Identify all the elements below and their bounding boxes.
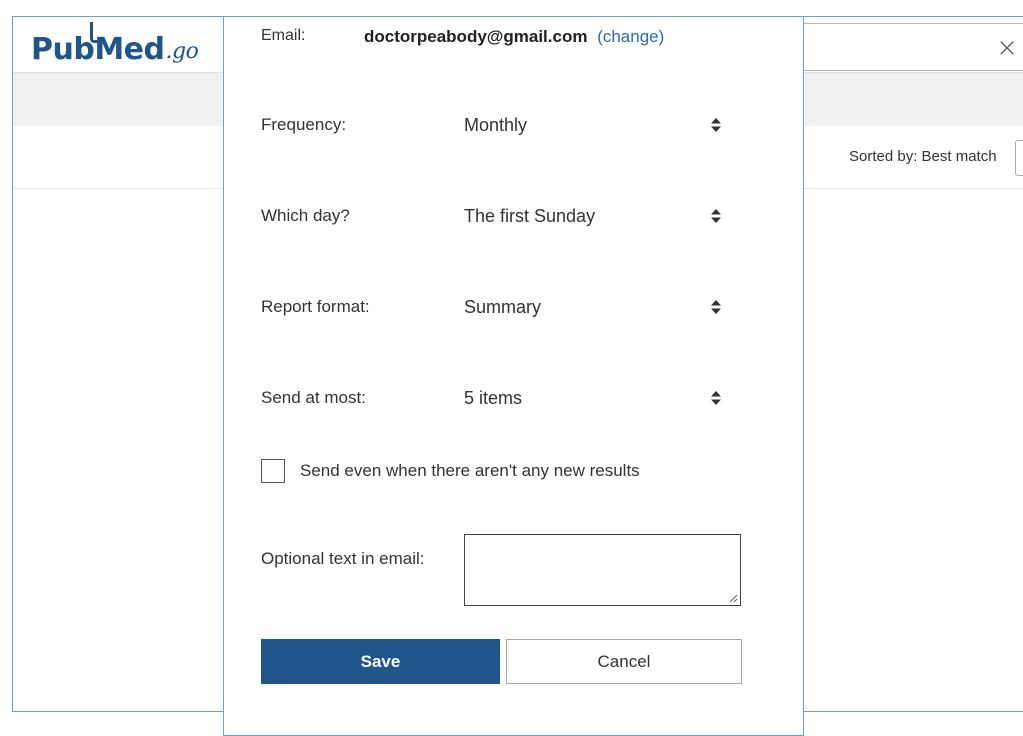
save-button[interactable]: Save <box>261 639 500 684</box>
send-at-most-select[interactable]: 5 items <box>464 382 729 414</box>
sort-arrows-icon <box>711 391 721 405</box>
email-label: Email: <box>261 27 306 44</box>
send-empty-checkbox[interactable] <box>261 459 285 483</box>
send-at-most-value: 5 items <box>464 387 523 408</box>
cancel-button[interactable]: Cancel <box>506 639 742 684</box>
optional-text-label: Optional text in email: <box>261 549 425 568</box>
logo-med-text: Med <box>90 22 165 67</box>
book-icon <box>90 22 106 43</box>
close-icon[interactable]: × <box>995 35 1019 61</box>
send-empty-label[interactable]: Send even when there aren't any new resu… <box>300 461 640 481</box>
sort-arrows-icon <box>711 300 721 314</box>
email-value: doctorpeabody@gmail.com (change) <box>364 27 664 47</box>
logo-gov-text: .go <box>165 39 199 64</box>
frequency-value: Monthly <box>464 114 528 135</box>
resize-grip-icon[interactable] <box>729 594 738 603</box>
report-format-value: Summary <box>464 296 542 317</box>
logo-pub-text: Pub <box>31 32 95 67</box>
frequency-label: Frequency: <box>261 115 347 134</box>
optional-text-input[interactable] <box>464 534 741 606</box>
which-day-label: Which day? <box>261 206 350 225</box>
send-at-most-label: Send at most: <box>261 388 366 407</box>
report-format-label: Report format: <box>261 297 370 316</box>
email-alert-dialog: Email: doctorpeabody@gmail.com (change) … <box>223 16 804 736</box>
which-day-select[interactable]: The first Sunday <box>464 200 729 232</box>
sort-arrows-icon <box>711 118 721 132</box>
search-input[interactable] <box>793 23 1023 71</box>
pubmed-logo[interactable]: Pub Med .go <box>31 22 199 67</box>
which-day-value: The first Sunday <box>464 205 596 226</box>
frequency-select[interactable]: Monthly <box>464 109 729 141</box>
sort-select[interactable] <box>1015 140 1023 176</box>
report-format-select[interactable]: Summary <box>464 291 729 323</box>
email-address: doctorpeabody@gmail.com <box>364 27 588 46</box>
sort-arrows-icon <box>711 209 721 223</box>
sorted-by-label: Sorted by: Best match <box>849 148 997 165</box>
change-email-link[interactable]: (change) <box>597 27 664 46</box>
